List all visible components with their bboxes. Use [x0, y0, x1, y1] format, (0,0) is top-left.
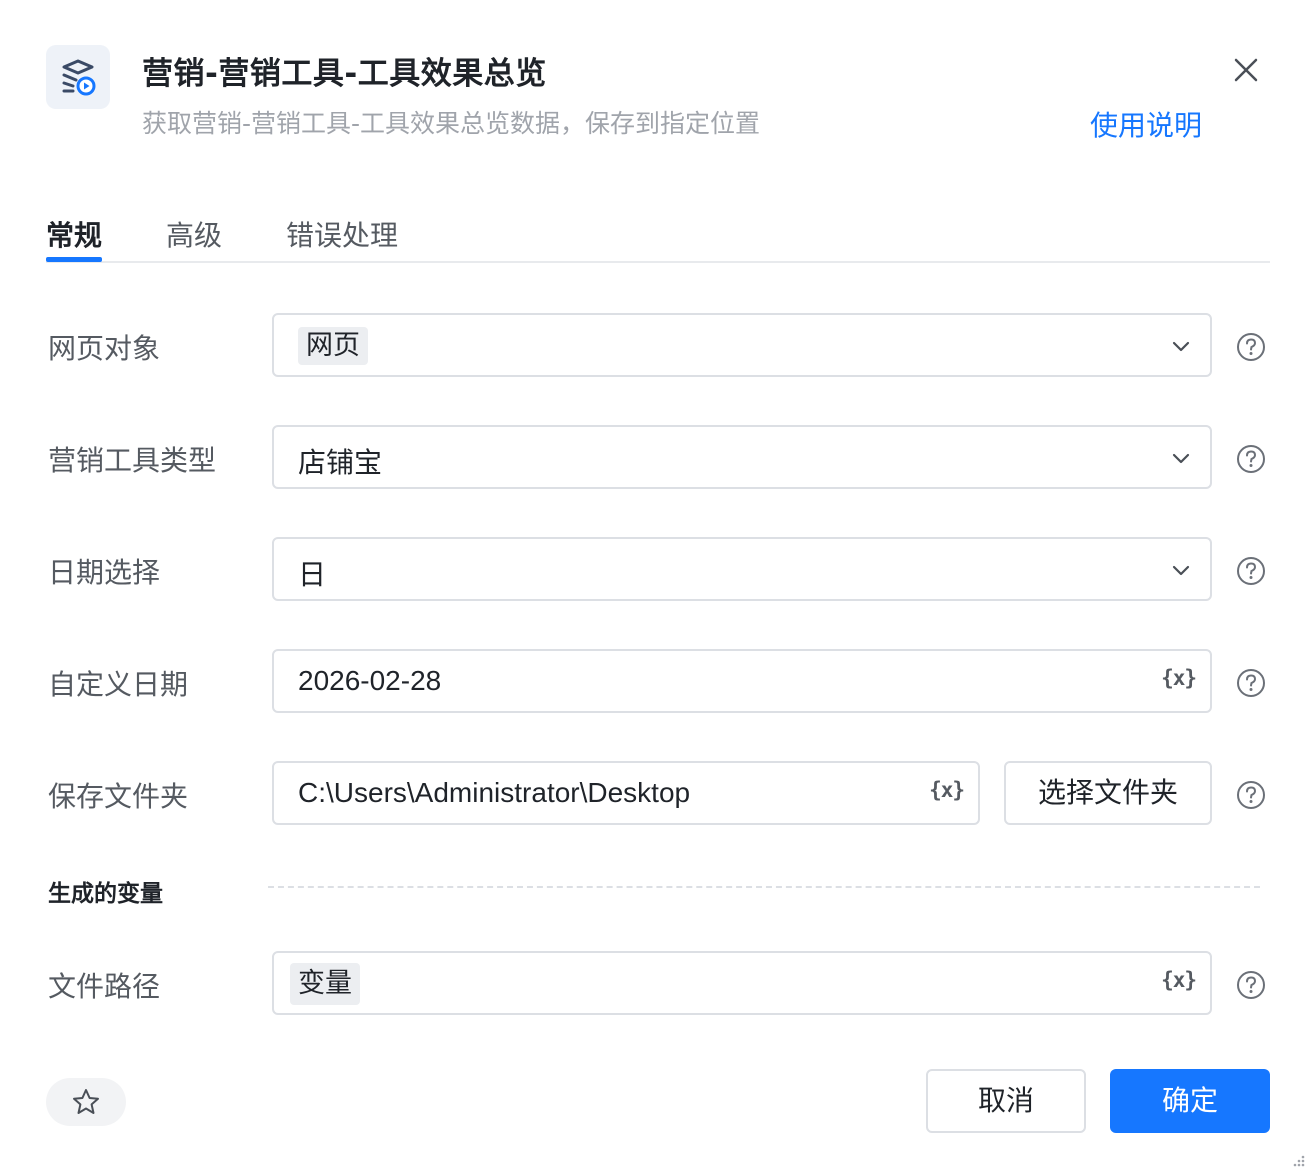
- save-folder-label: 保存文件夹: [48, 780, 189, 813]
- section-divider: [268, 886, 1260, 888]
- tool-type-label: 营销工具类型: [48, 444, 217, 477]
- chevron-down-icon: [1172, 565, 1190, 576]
- tool-type-value: 店铺宝: [298, 447, 383, 478]
- chevron-down-icon: [1172, 341, 1190, 352]
- file-path-label: 文件路径: [48, 970, 161, 1003]
- custom-date-label: 自定义日期: [48, 668, 189, 701]
- variable-icon[interactable]: {x}: [1161, 968, 1197, 992]
- custom-date-input[interactable]: 2026-02-28 {x}: [272, 649, 1212, 713]
- web-data-icon: [46, 45, 110, 109]
- custom-date-value: 2026-02-28: [298, 665, 442, 696]
- help-question-icon[interactable]: [1236, 556, 1266, 586]
- dialog-subtitle: 获取营销-营销工具-工具效果总览数据，保存到指定位置: [142, 109, 761, 138]
- variable-icon[interactable]: {x}: [929, 778, 965, 802]
- file-path-variable-input[interactable]: 变量 {x}: [272, 951, 1212, 1015]
- close-icon: [1234, 58, 1258, 82]
- confirm-button[interactable]: 确定: [1110, 1069, 1270, 1133]
- save-folder-value: C:\Users\Administrator\Desktop: [298, 777, 691, 808]
- web-object-select[interactable]: 网页: [272, 313, 1212, 377]
- date-select-value: 日: [298, 559, 327, 590]
- usage-help-link[interactable]: 使用说明: [1090, 104, 1202, 144]
- tab-advanced[interactable]: 高级: [166, 214, 222, 254]
- tool-type-select[interactable]: 店铺宝: [272, 425, 1212, 489]
- save-folder-input[interactable]: C:\Users\Administrator\Desktop {x}: [272, 761, 980, 825]
- close-button[interactable]: [1228, 52, 1264, 88]
- favorite-button[interactable]: [46, 1078, 126, 1126]
- help-question-icon[interactable]: [1236, 332, 1266, 362]
- dialog: 营销-营销工具-工具效果总览 获取营销-营销工具-工具效果总览数据，保存到指定位…: [0, 0, 1310, 1172]
- help-question-icon[interactable]: [1236, 444, 1266, 474]
- date-select[interactable]: 日: [272, 537, 1212, 601]
- chevron-down-icon: [1172, 453, 1190, 464]
- help-question-icon[interactable]: [1236, 970, 1266, 1000]
- help-question-icon[interactable]: [1236, 780, 1266, 810]
- resize-grip-icon[interactable]: [1290, 1152, 1306, 1168]
- web-object-tag: 网页: [298, 327, 368, 365]
- choose-folder-button[interactable]: 选择文件夹: [1004, 761, 1212, 825]
- star-icon: [73, 1089, 99, 1114]
- generated-variables-heading: 生成的变量: [48, 881, 163, 907]
- tab-error-handling[interactable]: 错误处理: [286, 214, 398, 254]
- date-select-label: 日期选择: [48, 556, 161, 589]
- tab-general[interactable]: 常规: [46, 214, 102, 254]
- help-question-icon[interactable]: [1236, 668, 1266, 698]
- active-tab-indicator: [46, 257, 102, 262]
- tab-bar: 常规 高级 错误处理: [46, 204, 1270, 263]
- dialog-title: 营销-营销工具-工具效果总览: [142, 56, 547, 92]
- web-object-label: 网页对象: [48, 332, 161, 365]
- file-path-variable-tag: 变量: [290, 963, 360, 1005]
- cancel-button[interactable]: 取消: [926, 1069, 1086, 1133]
- variable-icon[interactable]: {x}: [1161, 666, 1197, 690]
